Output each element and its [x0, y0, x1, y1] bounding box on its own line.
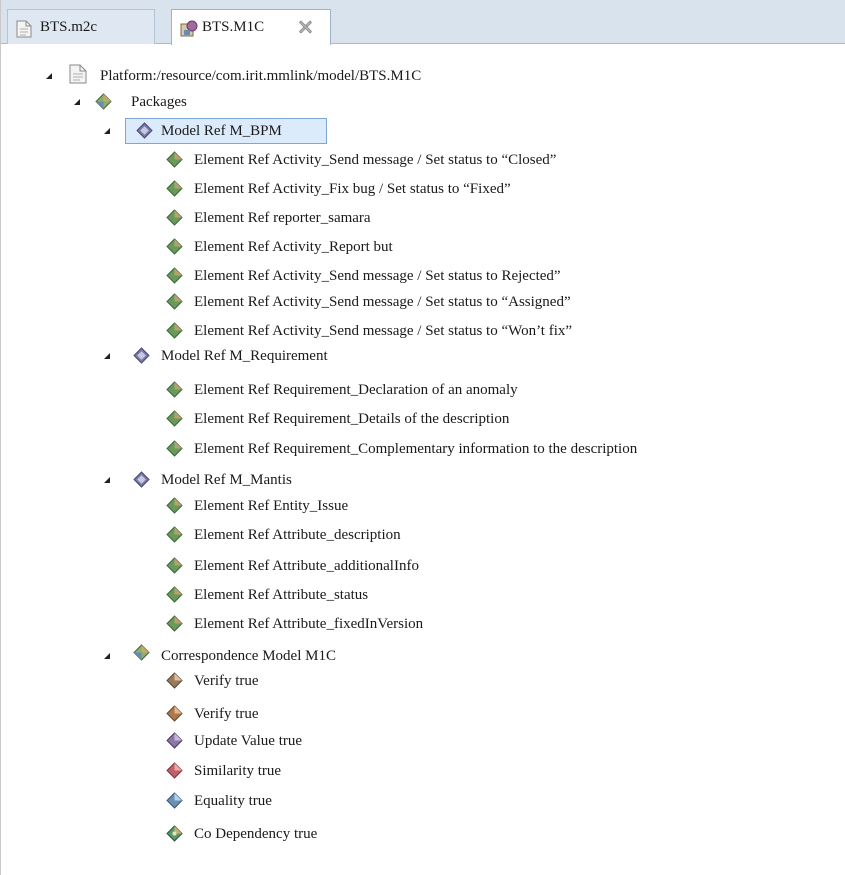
element-ref-icon — [166, 151, 183, 176]
tab-bts-m2c[interactable]: BTS.m2c — [7, 9, 155, 44]
model-file-icon — [180, 20, 198, 38]
tree-node-label: Element Ref Activity_Fix bug / Set statu… — [194, 181, 511, 197]
element-ref-icon — [166, 586, 183, 611]
tree-node-correspondence[interactable]: Verify true — [1, 669, 501, 693]
element-ref-icon — [166, 440, 183, 465]
tree-node-label: Model Ref M_Requirement — [161, 348, 328, 364]
tree-node-label: Element Ref Attribute_fixedInVersion — [194, 616, 424, 632]
tree-node-label: Correspondence Model M1C — [161, 648, 336, 664]
tree-node-label: Element Ref Requirement_Declaration of a… — [194, 382, 518, 398]
element-ref-icon — [166, 526, 183, 551]
tree-node-element-ref[interactable]: Element Ref Attribute_additionalInfo — [1, 554, 761, 578]
tree-node-correspondence[interactable]: Co Dependency true — [1, 822, 501, 846]
verify-icon — [166, 705, 183, 730]
tree-node-label: Model Ref M_BPM — [161, 123, 282, 139]
tree-node-label: Similarity true — [194, 763, 282, 779]
tree-node-element-ref[interactable]: Element Ref Activity_Send message / Set … — [1, 264, 761, 288]
element-ref-icon — [166, 180, 183, 205]
model-ref-icon — [133, 471, 150, 489]
package-icon — [95, 93, 112, 111]
tree-node-label: Element Ref Attribute_status — [194, 587, 369, 603]
tree-node-label: Element Ref Activity_Send message / Set … — [194, 294, 571, 310]
expand-toggle-icon[interactable] — [46, 73, 52, 79]
tree-node-correspondence[interactable]: Equality true — [1, 789, 501, 813]
element-ref-icon — [166, 497, 183, 522]
expand-toggle-icon[interactable] — [104, 128, 110, 134]
element-ref-icon — [166, 209, 183, 234]
element-ref-icon — [166, 557, 183, 582]
editor-tab-bar: BTS.m2c BTS.M1C — [1, 0, 845, 45]
element-ref-icon — [166, 381, 183, 406]
tree-node-label: Model Ref M_Mantis — [161, 472, 292, 488]
tree-node-element-ref[interactable]: Element Ref Attribute_status — [1, 583, 761, 607]
model-ref-icon — [133, 347, 150, 365]
tree-node-label: Element Ref Attribute_additionalInfo — [194, 558, 419, 574]
close-icon[interactable] — [296, 18, 314, 36]
element-ref-icon — [166, 615, 183, 640]
tree-node-model-mantis[interactable]: Model Ref M_Mantis — [1, 468, 401, 492]
co-dependency-icon — [166, 825, 183, 850]
tree-node-label: Update Value true — [194, 733, 303, 749]
expand-toggle-icon[interactable] — [104, 353, 110, 359]
tree-node-label: Verify true — [194, 673, 259, 689]
tree-node-label: Element Ref Activity_Report but — [194, 239, 393, 255]
tree-node-correspondence[interactable]: Similarity true — [1, 759, 501, 783]
tree-node-element-ref[interactable]: Element Ref Activity_Send message / Set … — [1, 290, 761, 314]
tree-node-label: Element Ref reporter_samara — [194, 210, 371, 226]
correspondence-model-icon — [133, 644, 150, 662]
tree-node-label: Element Ref Activity_Send message / Set … — [194, 152, 557, 168]
tree-node-element-ref[interactable]: Element Ref Activity_Fix bug / Set statu… — [1, 177, 761, 201]
tree-node-element-ref[interactable]: Element Ref Entity_Issue — [1, 494, 761, 518]
tree-node-label: Equality true — [194, 793, 272, 809]
tree-node-element-ref[interactable]: Element Ref Activity_Send message / Set … — [1, 319, 761, 343]
update-value-icon — [166, 732, 183, 757]
tree-node-element-ref[interactable]: Element Ref Activity_Send message / Set … — [1, 148, 761, 172]
tree-node-model-requirement[interactable]: Model Ref M_Requirement — [1, 344, 401, 368]
element-ref-icon — [166, 410, 183, 435]
element-ref-icon — [166, 267, 183, 292]
tree-node-element-ref[interactable]: Element Ref Requirement_Details of the d… — [1, 407, 761, 431]
tree-node-label: Co Dependency true — [194, 826, 318, 842]
tree-node-root[interactable]: Platform:/resource/com.irit.mmlink/model… — [1, 64, 701, 88]
tree-node-label: Element Ref Activity_Send message / Set … — [194, 268, 561, 284]
tree-node-element-ref[interactable]: Element Ref Attribute_fixedInVersion — [1, 612, 761, 636]
tree-node-label: Platform:/resource/com.irit.mmlink/model… — [100, 68, 422, 84]
tab-bts-m1c[interactable]: BTS.M1C — [171, 9, 331, 45]
model-tree: Platform:/resource/com.irit.mmlink/model… — [1, 44, 845, 875]
tree-node-packages[interactable]: Packages — [1, 90, 401, 114]
tree-node-label: Element Ref Requirement_Details of the d… — [194, 411, 510, 427]
element-ref-icon — [166, 293, 183, 318]
tree-node-label: Element Ref Entity_Issue — [194, 498, 349, 514]
tree-node-correspondence[interactable]: Verify true — [1, 702, 501, 726]
tree-node-correspondence-model[interactable]: Correspondence Model M1C — [1, 644, 401, 668]
equality-icon — [166, 792, 183, 817]
editor-window: BTS.m2c BTS.M1C Platform:/resource/com.i… — [0, 0, 845, 875]
file-icon — [69, 64, 87, 92]
tree-node-element-ref[interactable]: Element Ref Activity_Report but — [1, 235, 761, 259]
file-icon — [16, 20, 32, 38]
tree-node-label: Element Ref Activity_Send message / Set … — [194, 323, 573, 339]
expand-toggle-icon[interactable] — [104, 653, 110, 659]
tree-node-label: Verify true — [194, 706, 259, 722]
tree-node-element-ref[interactable]: Element Ref Requirement_Complementary in… — [1, 437, 781, 461]
tab-label: BTS.M1C — [202, 19, 265, 35]
element-ref-icon — [166, 238, 183, 263]
tab-label: BTS.m2c — [40, 19, 98, 35]
expand-toggle-icon[interactable] — [104, 477, 110, 483]
tree-node-model-bpm[interactable]: Model Ref M_BPM — [1, 118, 401, 144]
tree-node-element-ref[interactable]: Element Ref reporter_samara — [1, 206, 761, 230]
tree-node-correspondence[interactable]: Update Value true — [1, 729, 501, 753]
tree-node-element-ref[interactable]: Element Ref Attribute_description — [1, 523, 761, 547]
similarity-icon — [166, 762, 183, 787]
model-ref-icon — [136, 122, 153, 140]
tree-node-label: Element Ref Attribute_description — [194, 527, 401, 543]
tree-node-label: Packages — [131, 94, 187, 110]
expand-toggle-icon[interactable] — [74, 99, 80, 105]
tree-node-label: Element Ref Requirement_Complementary in… — [194, 441, 638, 457]
verify-icon — [166, 672, 183, 697]
tree-node-element-ref[interactable]: Element Ref Requirement_Declaration of a… — [1, 378, 761, 402]
